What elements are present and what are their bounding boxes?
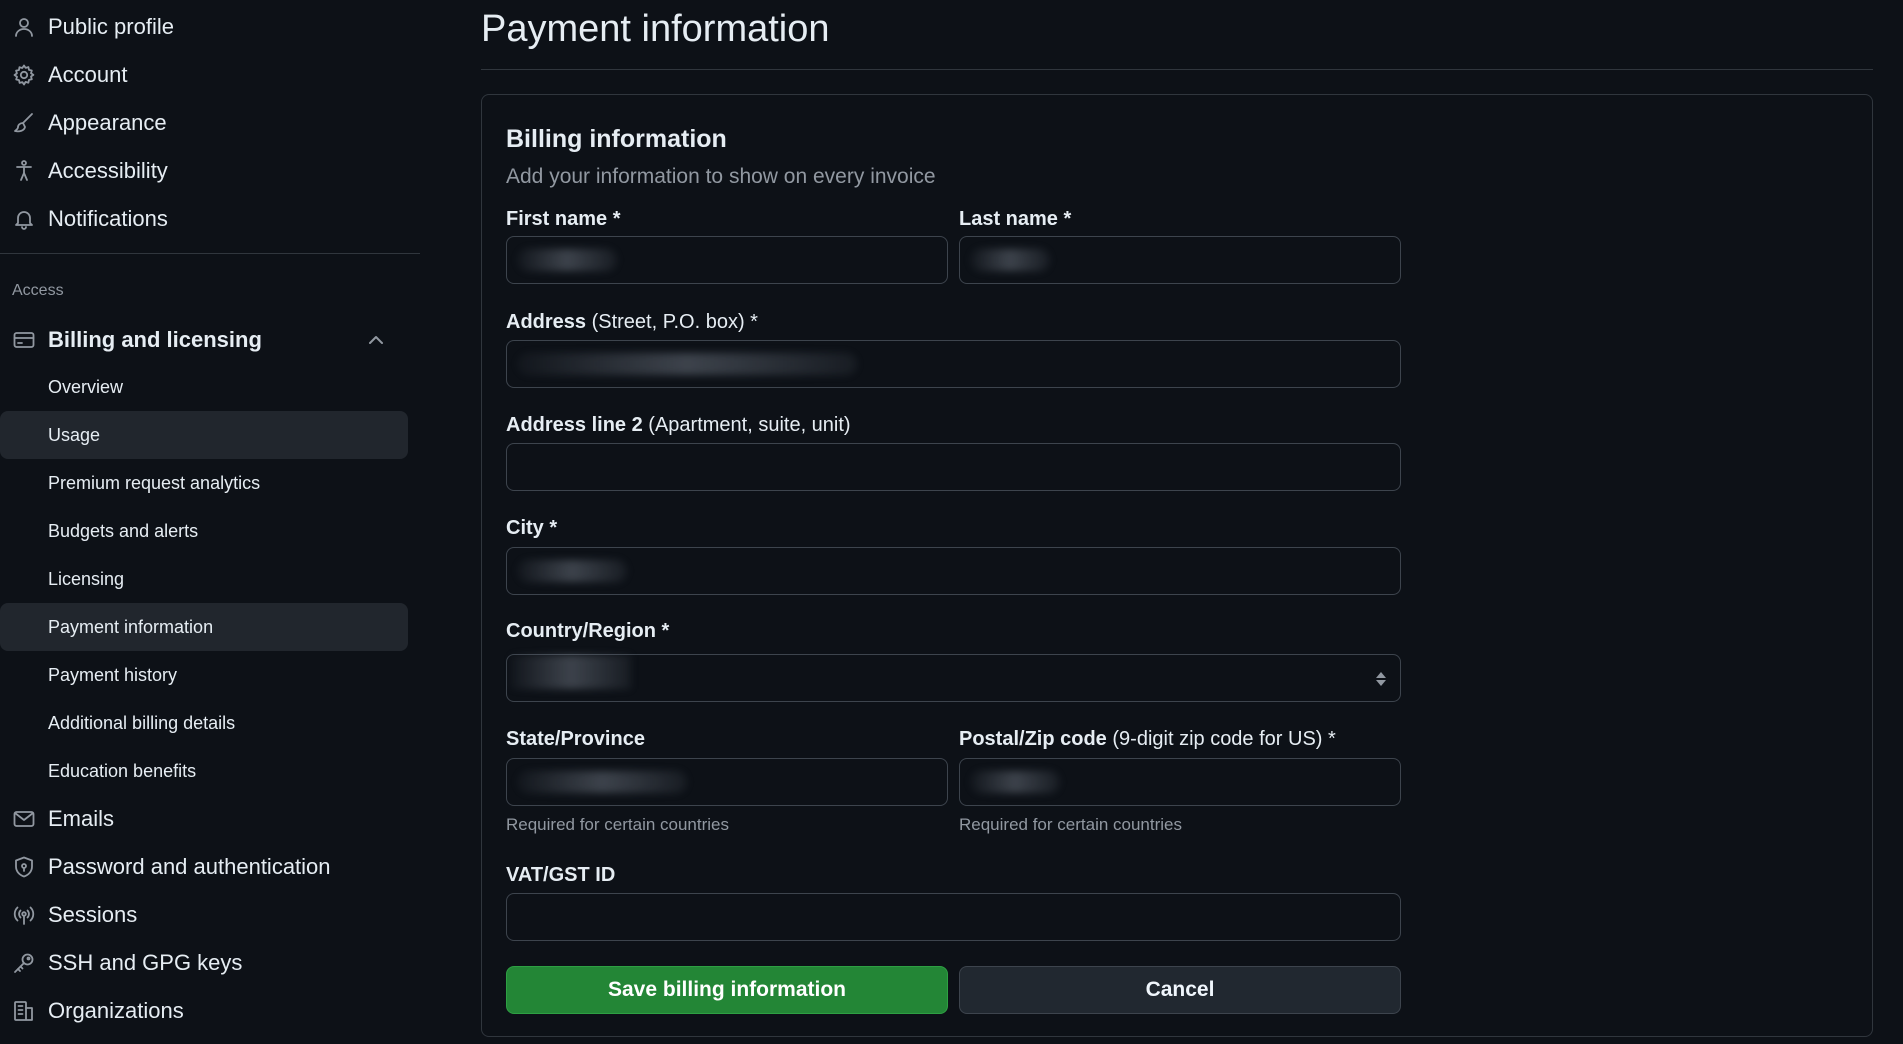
sidebar-item-label: Organizations — [48, 998, 184, 1023]
postal-zip-input[interactable] — [959, 758, 1401, 806]
sidebar-subitem-additional-billing-details[interactable]: Additional billing details — [0, 699, 408, 747]
organization-icon — [12, 999, 36, 1023]
sidebar-subitem-premium-request-analytics[interactable]: Premium request analytics — [0, 459, 408, 507]
sidebar-subitem-label: Premium request analytics — [48, 472, 261, 493]
sidebar-item-label: Sessions — [48, 902, 138, 927]
sidebar-subitem-payment-information[interactable]: Payment information — [0, 603, 408, 651]
sidebar-item-label: Notifications — [48, 206, 168, 231]
sidebar-item-emails[interactable]: Emails — [0, 795, 408, 843]
sidebar-item-account[interactable]: Account — [0, 51, 408, 99]
sidebar-item-organizations[interactable]: Organizations — [0, 987, 408, 1035]
billing-section-title: Billing information — [506, 125, 727, 153]
vat-gst-input[interactable] — [506, 893, 1401, 941]
billing-section-subtitle: Add your information to show on every in… — [506, 165, 936, 188]
page-title: Payment information — [481, 8, 830, 50]
city-input[interactable] — [506, 547, 1401, 595]
sidebar-item-password-and-authentication[interactable]: Password and authentication — [0, 843, 408, 891]
last-name-label: Last name * — [959, 208, 1072, 230]
settings-sidebar: Public profile Account Appearance Access… — [0, 0, 420, 1044]
sidebar-item-label: Account — [48, 62, 128, 87]
postal-zip-label: Postal/Zip code (9-digit zip code for US… — [959, 728, 1336, 750]
paintbrush-icon — [12, 111, 36, 135]
sidebar-item-accessibility[interactable]: Accessibility — [0, 147, 408, 195]
sidebar-subitem-label: Licensing — [48, 568, 125, 589]
person-icon — [12, 15, 36, 39]
sidebar-item-ssh-and-gpg-keys[interactable]: SSH and GPG keys — [0, 939, 408, 987]
sidebar-subitem-label: Payment information — [48, 616, 214, 637]
sidebar-item-label: Emails — [48, 806, 115, 831]
accessibility-icon — [12, 159, 36, 183]
postal-zip-hint: Required for certain countries — [959, 815, 1183, 834]
last-name-input[interactable] — [959, 236, 1401, 284]
sidebar-subitem-education-benefits[interactable]: Education benefits — [0, 747, 408, 795]
vat-gst-label: VAT/GST ID — [506, 864, 616, 886]
bell-icon — [12, 207, 36, 231]
save-billing-information-button[interactable]: Save billing information — [506, 966, 948, 1014]
sidebar-item-label: Appearance — [48, 110, 167, 135]
country-region-label: Country/Region * — [506, 620, 670, 642]
shield-lock-icon — [12, 855, 36, 879]
first-name-input[interactable] — [506, 236, 948, 284]
first-name-label: First name * — [506, 208, 621, 230]
country-region-select[interactable] — [506, 654, 1401, 702]
sidebar-item-billing-and-licensing[interactable]: Billing and licensing — [0, 316, 408, 364]
state-province-input[interactable] — [506, 758, 948, 806]
key-icon — [12, 951, 36, 975]
sidebar-subitem-usage[interactable]: Usage — [0, 411, 408, 459]
sidebar-item-label: Password and authentication — [48, 854, 331, 879]
sidebar-subitem-label: Education benefits — [48, 760, 197, 781]
sidebar-item-notifications[interactable]: Notifications — [0, 195, 408, 243]
sidebar-item-label: Public profile — [48, 14, 174, 39]
sidebar-subitem-overview[interactable]: Overview — [0, 363, 408, 411]
title-divider — [481, 69, 1873, 70]
credit-card-icon — [12, 328, 36, 352]
gear-icon — [12, 63, 36, 87]
address-label: Address (Street, P.O. box) * — [506, 311, 758, 333]
chevron-up-icon[interactable] — [366, 330, 386, 350]
broadcast-icon — [12, 903, 36, 927]
address-line-2-input[interactable] — [506, 443, 1401, 491]
sidebar-item-appearance[interactable]: Appearance — [0, 99, 408, 147]
sidebar-item-label: Billing and licensing — [48, 327, 262, 352]
state-province-label: State/Province — [506, 728, 645, 750]
state-province-hint: Required for certain countries — [506, 815, 730, 834]
address-line-2-label: Address line 2 (Apartment, suite, unit) — [506, 414, 851, 436]
cancel-button[interactable]: Cancel — [959, 966, 1401, 1014]
sidebar-subitem-label: Payment history — [48, 664, 178, 685]
sidebar-subitem-label: Overview — [48, 376, 124, 397]
mail-icon — [12, 807, 36, 831]
sidebar-subitem-licensing[interactable]: Licensing — [0, 555, 408, 603]
address-input[interactable] — [506, 340, 1401, 388]
sidebar-subitem-label: Usage — [48, 424, 101, 445]
sidebar-subitem-label: Additional billing details — [48, 712, 236, 733]
sidebar-subitem-budgets-and-alerts[interactable]: Budgets and alerts — [0, 507, 408, 555]
sidebar-item-public-profile[interactable]: Public profile — [0, 3, 408, 51]
city-label: City * — [506, 517, 558, 539]
billing-information-card: Billing information Add your information… — [481, 94, 1873, 1037]
sidebar-item-sessions[interactable]: Sessions — [0, 891, 408, 939]
sidebar-item-label: SSH and GPG keys — [48, 950, 243, 975]
sidebar-item-label: Accessibility — [48, 158, 168, 183]
sidebar-subitem-label: Budgets and alerts — [48, 520, 199, 541]
sidebar-section-heading: Access — [12, 282, 64, 299]
sidebar-divider — [0, 253, 420, 254]
select-arrows-icon — [1374, 669, 1388, 689]
sidebar-subitem-payment-history[interactable]: Payment history — [0, 651, 408, 699]
